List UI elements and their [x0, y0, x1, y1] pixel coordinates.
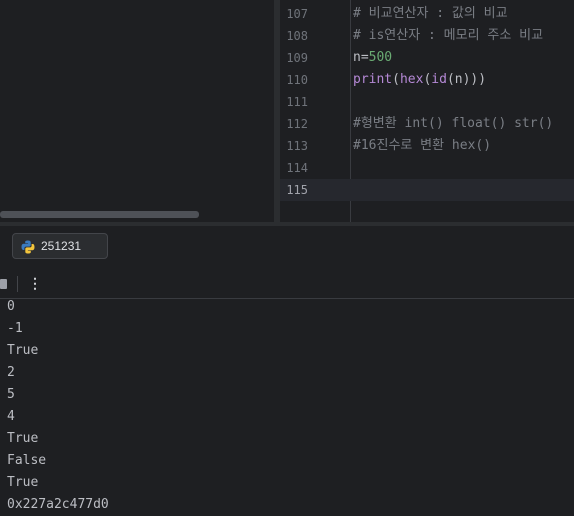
console-line: 4: [7, 409, 15, 424]
console-line: False: [7, 453, 47, 468]
code-line[interactable]: 111: [280, 91, 574, 113]
line-number: 108: [286, 29, 308, 43]
console-line: 5: [7, 387, 15, 402]
line-number: 113: [286, 139, 308, 153]
code-token: # is연산자 : 메모리 주소 비교: [353, 28, 544, 43]
console-line: 0: [7, 299, 15, 314]
code-line[interactable]: 110 print(hex(id(n))): [280, 69, 574, 91]
code-line[interactable]: 109 n=500: [280, 47, 574, 69]
line-number: 109: [286, 51, 308, 65]
code-text: # is연산자 : 메모리 주소 비교: [353, 25, 543, 47]
console-line: True: [7, 431, 39, 446]
line-number: 111: [286, 95, 308, 109]
console-line: True: [7, 475, 39, 490]
run-tool-window: 251231 ⋮ 0 -1 True 2 5 4 True False True 0x227a2c…: [0, 226, 574, 515]
code-token: 500: [368, 50, 393, 65]
code-token: #16진수로 변환 hex(): [353, 138, 492, 153]
code-line[interactable]: 107 # 비교연산자 : 값의 비교: [280, 3, 574, 25]
code-token: id: [431, 72, 447, 87]
code-text: #형변환 int() float() str(): [353, 113, 553, 135]
code-line[interactable]: 108 # is연산자 : 메모리 주소 비교: [280, 25, 574, 47]
stop-icon[interactable]: [0, 279, 7, 289]
toolbar-separator: [17, 276, 18, 292]
code-line[interactable]: 115: [280, 179, 574, 201]
code-text: #16진수로 변환 hex(): [353, 135, 491, 157]
code-token: print: [353, 72, 393, 87]
code-line[interactable]: 112 #형변환 int() float() str(): [280, 113, 574, 135]
run-tab-label: 251231: [41, 239, 82, 253]
code-token: (n))): [446, 72, 487, 87]
code-token: hex: [399, 72, 424, 87]
code-editor[interactable]: 107 # 비교연산자 : 값의 비교 108 # is연산자 : 메모리 주소 비교…: [280, 0, 574, 222]
console-output[interactable]: 0 -1 True 2 5 4 True False True 0x227a2c477d0: [7, 296, 109, 516]
more-vertical-icon[interactable]: ⋮: [28, 274, 42, 294]
code-text: print(hex(id(n))): [353, 69, 486, 91]
console-line: 2: [7, 365, 15, 380]
line-number: 107: [286, 7, 308, 21]
code-token: n: [353, 50, 361, 65]
code-text: # 비교연산자 : 값의 비교: [353, 3, 508, 25]
line-number: 115: [286, 183, 308, 197]
line-number: 114: [286, 161, 308, 175]
run-toolbar: ⋮: [0, 270, 574, 299]
left-editor-pane: [0, 0, 274, 222]
console-line: -1: [7, 321, 23, 336]
python-icon: [21, 239, 35, 254]
code-token: #형변환 int() float() str(): [353, 116, 554, 131]
code-line[interactable]: 114: [280, 157, 574, 179]
code-token: # 비교연산자 : 값의 비교: [353, 6, 508, 21]
console-line: True: [7, 343, 39, 358]
line-number: 112: [286, 117, 308, 131]
code-token: =: [360, 50, 369, 65]
code-line[interactable]: 113 #16진수로 변환 hex(): [280, 135, 574, 157]
line-number: 110: [286, 73, 308, 87]
run-tab[interactable]: 251231: [12, 233, 108, 259]
code-token: (: [392, 72, 400, 87]
code-text: n=500: [353, 47, 392, 69]
console-line: 0x227a2c477d0: [7, 497, 109, 512]
horizontal-scrollbar[interactable]: [0, 211, 199, 218]
